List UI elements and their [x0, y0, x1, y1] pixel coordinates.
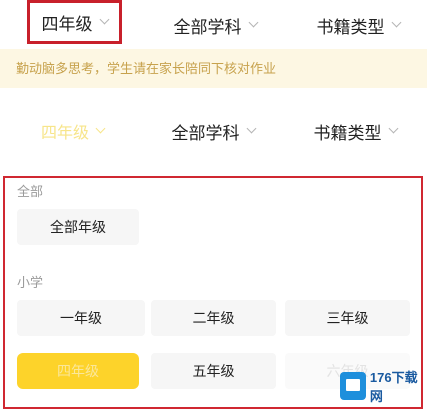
watermark: 176下载网: [340, 366, 426, 406]
subject-filter[interactable]: 全部学科: [160, 0, 270, 50]
subject-filter-expanded-label: 全部学科: [171, 123, 240, 143]
chevron-down-icon: [388, 123, 398, 134]
chevron-down-icon: [248, 17, 258, 28]
subject-filter-expanded[interactable]: 全部学科: [158, 111, 268, 151]
book-type-filter-expanded[interactable]: 书籍类型: [300, 111, 410, 151]
grade-chip-1[interactable]: 一年级: [17, 300, 145, 336]
section-label-all: 全部: [17, 184, 44, 199]
grade-chip-2[interactable]: 二年级: [151, 300, 276, 336]
grade-chip-4-selected[interactable]: 四年级: [17, 353, 139, 389]
grade-chip-5[interactable]: 五年级: [151, 353, 276, 389]
book-type-filter[interactable]: 书籍类型: [303, 0, 413, 50]
book-type-filter-label: 书籍类型: [316, 17, 385, 37]
chevron-down-icon: [246, 123, 256, 134]
watermark-text: 176下载网: [369, 370, 418, 404]
grade-chip-3[interactable]: 三年级: [285, 300, 410, 336]
section-label-primary: 小学: [17, 275, 44, 290]
grade-filter-label: 四年级: [41, 14, 93, 34]
notice-text: 勤动脑多思考，学生请在家长陪同下核对作业: [16, 61, 277, 76]
grade-filter-expanded-label: 四年级: [40, 125, 89, 142]
chevron-down-icon: [99, 14, 109, 25]
grade-filter[interactable]: 四年级: [27, 0, 122, 44]
chevron-down-icon: [391, 17, 401, 28]
chevron-up-icon: [95, 123, 106, 134]
grade-filter-expanded[interactable]: 四年级: [25, 111, 120, 151]
subject-filter-label: 全部学科: [173, 17, 242, 37]
watermark-logo-icon: [340, 372, 366, 400]
book-type-filter-expanded-label: 书籍类型: [313, 123, 382, 143]
grade-chip-all[interactable]: 全部年级: [17, 209, 139, 245]
